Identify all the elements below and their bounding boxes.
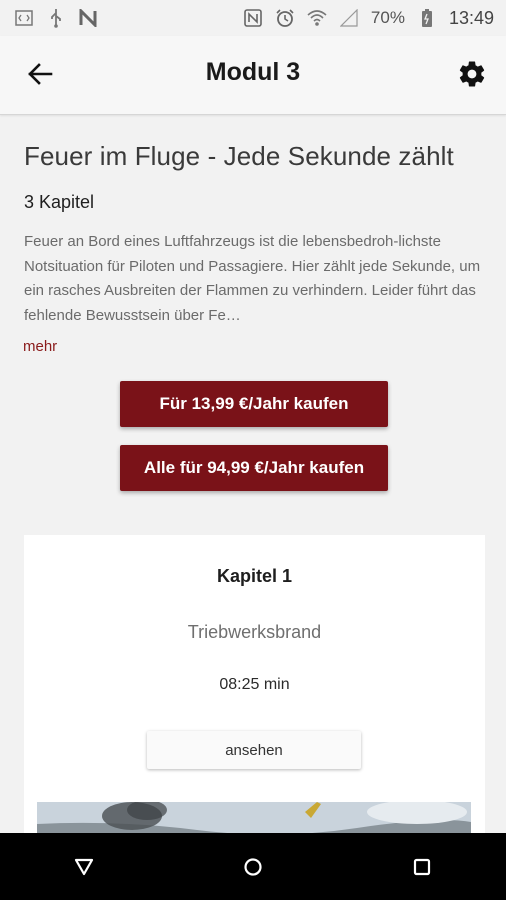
status-bar: 70% 13:49 bbox=[0, 0, 506, 36]
module-title: Feuer im Fluge - Jede Sekunde zählt bbox=[24, 141, 454, 171]
nav-home-icon bbox=[244, 857, 262, 876]
chapter-thumbnail[interactable] bbox=[37, 802, 471, 833]
buy-module-button[interactable]: Für 13,99 €/Jahr kaufen bbox=[120, 381, 388, 427]
nav-recents-button[interactable] bbox=[398, 843, 446, 891]
nav-recents-icon bbox=[413, 858, 430, 875]
chapter-title: Kapitel 1 bbox=[216, 566, 293, 586]
signal-icon bbox=[339, 8, 359, 28]
gear-icon bbox=[459, 61, 485, 87]
module-description: Feuer an Bord eines Luftfahrzeugs ist di… bbox=[24, 233, 481, 324]
chapter-card: Kapitel 1 Triebwerksbrand 08:25 min anse… bbox=[24, 535, 485, 833]
wifi-icon bbox=[307, 8, 327, 28]
module-content[interactable]: Feuer im Fluge - Jede Sekunde zählt 3 Ka… bbox=[0, 115, 506, 833]
settings-button[interactable] bbox=[454, 56, 490, 92]
status-bar-right: 70% 13:49 bbox=[243, 8, 494, 29]
buy-all-button[interactable]: Alle für 94,99 €/Jahr kaufen bbox=[120, 445, 388, 491]
code-icon bbox=[14, 8, 34, 28]
page-title: Modul 3 bbox=[205, 58, 301, 86]
alarm-icon bbox=[275, 8, 295, 28]
clock: 13:49 bbox=[448, 7, 494, 28]
battery-percentage: 70% bbox=[370, 8, 405, 27]
nav-back-button[interactable] bbox=[60, 843, 108, 891]
status-bar-left bbox=[14, 8, 98, 28]
notification-n-icon bbox=[78, 8, 98, 28]
usb-icon bbox=[46, 8, 66, 28]
nav-back-icon bbox=[75, 858, 94, 875]
nfc-icon bbox=[243, 8, 263, 28]
app-toolbar: Modul 3 bbox=[0, 36, 506, 115]
watch-button[interactable]: ansehen bbox=[147, 731, 361, 769]
thumbnail-scene bbox=[37, 802, 471, 833]
more-link[interactable]: mehr bbox=[23, 338, 57, 355]
chapter-subtitle: Triebwerksbrand bbox=[187, 622, 322, 642]
chapter-duration: 08:25 min bbox=[219, 676, 290, 693]
system-nav-bar bbox=[0, 833, 506, 900]
battery-icon bbox=[417, 8, 437, 28]
chapter-count: 3 Kapitel bbox=[24, 192, 95, 212]
nav-home-button[interactable] bbox=[229, 843, 277, 891]
